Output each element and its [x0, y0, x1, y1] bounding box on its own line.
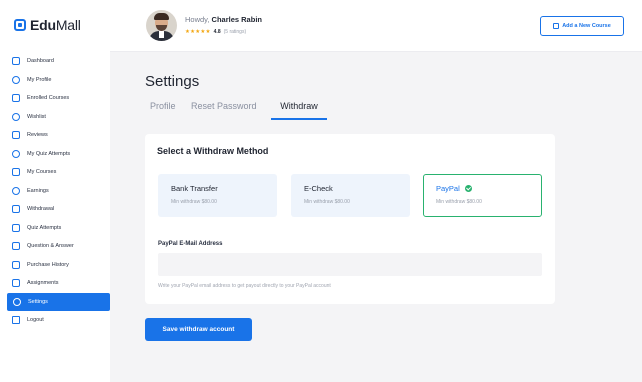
dollar-icon: [12, 186, 20, 195]
settings-tabs: Profile Reset Password Withdraw: [145, 101, 327, 120]
method-name: E-Check: [304, 184, 333, 193]
dashboard-icon: [12, 57, 20, 66]
sidebar-item-label: Enrolled Courses: [27, 95, 70, 102]
sidebar-item-reviews[interactable]: Reviews: [0, 126, 110, 145]
clipboard-icon: [12, 279, 20, 288]
rating-score: 4.8: [213, 29, 221, 35]
brand-logo[interactable]: EduMall: [14, 17, 81, 33]
sidebar-item-my-courses[interactable]: My Courses: [0, 163, 110, 182]
user-icon: [12, 75, 20, 84]
user-name: Charles Rabin: [211, 15, 262, 24]
heart-icon: [12, 112, 20, 121]
tab-profile[interactable]: Profile: [150, 101, 180, 120]
sidebar-item-my-quiz-attempts[interactable]: My Quiz Attempts: [0, 145, 110, 164]
method-min: Min withdraw $80.00: [436, 199, 482, 205]
top-header: Howdy, Charles Rabin ★★★★★ 4.8 (5 rating…: [110, 0, 642, 52]
sidebar-item-settings[interactable]: Settings: [7, 292, 110, 311]
avatar-hair: [154, 13, 169, 20]
sidebar-item-assignments[interactable]: Assignments: [0, 274, 110, 293]
add-course-label: Add a New Course: [562, 23, 611, 29]
withdraw-card: Select a Withdraw Method Bank Transfer M…: [145, 134, 555, 304]
question-icon: [12, 223, 20, 232]
cart-icon: [12, 260, 20, 269]
method-name-text: Bank Transfer: [171, 184, 218, 193]
sidebar-item-label: Reviews: [27, 132, 48, 139]
sidebar-item-label: Assignments: [27, 280, 59, 287]
page-title: Settings: [145, 73, 200, 90]
method-paypal[interactable]: PayPal Min withdraw $80.00: [423, 174, 542, 217]
method-name-text: E-Check: [304, 184, 333, 193]
instructor-rating: ★★★★★ 4.8 (5 ratings): [185, 29, 246, 35]
sidebar-item-label: Earnings: [27, 187, 49, 194]
star-rating-icon: ★★★★★: [185, 29, 211, 35]
paypal-email-field[interactable]: [158, 253, 542, 276]
sidebar-item-label: Purchase History: [27, 261, 69, 268]
edit-icon: [553, 23, 560, 29]
tab-reset-password[interactable]: Reset Password: [191, 101, 265, 120]
check-circle-icon: [464, 185, 472, 192]
sidebar-item-label: Dashboard: [27, 58, 54, 65]
sidebar-item-label: My Courses: [27, 169, 57, 176]
method-min: Min withdraw $80.00: [304, 199, 350, 205]
paypal-email-label: PayPal E-Mail Address: [158, 241, 223, 247]
method-name: Bank Transfer: [171, 184, 218, 193]
wallet-icon: [12, 205, 20, 214]
method-name: PayPal: [436, 184, 472, 193]
sidebar-item-label: Withdrawal: [27, 206, 55, 213]
logout-icon: [12, 316, 20, 325]
sidebar-item-wishlist[interactable]: Wishlist: [0, 108, 110, 127]
tab-withdraw[interactable]: Withdraw: [271, 101, 327, 120]
sidebar-item-label: Quiz Attempts: [27, 224, 62, 231]
logo-icon: [14, 19, 26, 31]
sidebar-item-label: My Profile: [27, 76, 52, 83]
method-min: Min withdraw $80.00: [171, 199, 217, 205]
sidebar-item-label: Wishlist: [27, 113, 46, 120]
sidebar-item-purchase-history[interactable]: Purchase History: [0, 256, 110, 275]
sidebar-item-dashboard[interactable]: Dashboard: [0, 52, 110, 71]
withdraw-method-heading: Select a Withdraw Method: [157, 146, 269, 156]
sidebar-item-my-profile[interactable]: My Profile: [0, 71, 110, 90]
add-new-course-button[interactable]: Add a New Course: [540, 16, 624, 36]
method-bank-transfer[interactable]: Bank Transfer Min withdraw $80.00: [158, 174, 277, 217]
sidebar-item-quiz-attempts[interactable]: Quiz Attempts: [0, 219, 110, 238]
quiz-icon: [12, 149, 20, 158]
sidebar-item-label: My Quiz Attempts: [27, 150, 71, 157]
method-e-check[interactable]: E-Check Min withdraw $80.00: [291, 174, 410, 217]
sidebar-item-logout[interactable]: Logout: [0, 311, 110, 330]
sidebar-item-label: Question & Answer: [27, 243, 74, 250]
rating-count: (5 ratings): [223, 29, 247, 35]
sidebar-item-enrolled-courses[interactable]: Enrolled Courses: [0, 89, 110, 108]
greeting-text: Howdy,: [185, 15, 212, 24]
sidebar-item-label: Logout: [27, 317, 44, 324]
sidebar-item-question-answer[interactable]: Question & Answer: [0, 237, 110, 256]
star-icon: [12, 131, 20, 140]
monitor-icon: [12, 168, 20, 177]
greeting: Howdy, Charles Rabin: [185, 15, 262, 24]
sidebar-menu: Dashboard My Profile Enrolled Courses Wi…: [0, 52, 110, 330]
sidebar-item-earnings[interactable]: Earnings: [0, 182, 110, 201]
brand-name-part2: Mall: [55, 17, 81, 33]
method-name-text: PayPal: [436, 184, 460, 193]
avatar-collar: [159, 30, 164, 38]
sidebar-item-withdrawal[interactable]: Withdrawal: [0, 200, 110, 219]
chat-icon: [12, 242, 20, 251]
sidebar-item-label: Settings: [28, 298, 48, 305]
brand-name: EduMall: [30, 17, 81, 33]
sidebar: EduMall Dashboard My Profile Enrolled Co…: [0, 0, 110, 382]
avatar[interactable]: [146, 10, 177, 41]
brand-name-part1: Edu: [30, 17, 56, 33]
courses-icon: [12, 94, 20, 103]
save-withdraw-account-button[interactable]: Save withdraw account: [145, 318, 252, 341]
paypal-email-help: Write your PayPal email address to get p…: [158, 283, 331, 289]
gear-icon: [13, 297, 21, 306]
